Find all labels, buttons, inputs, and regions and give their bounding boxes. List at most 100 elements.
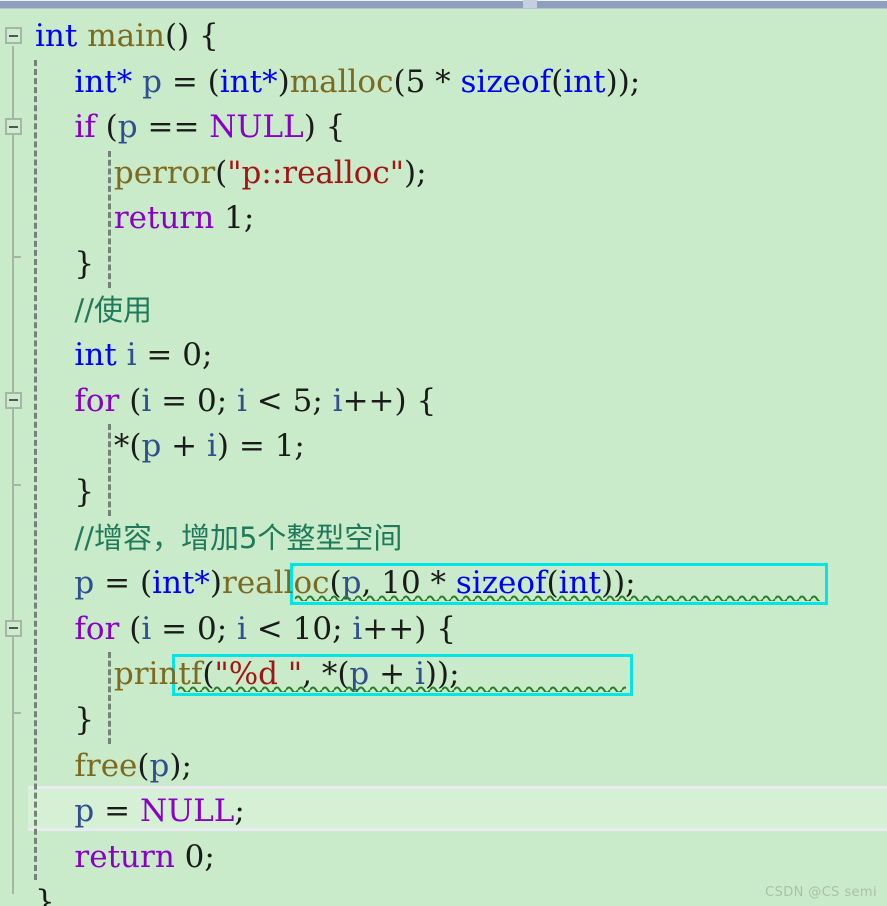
watermark: CSDN @CS semi: [765, 885, 877, 900]
code-line-10[interactable]: *(p + i) = 1;: [35, 424, 305, 469]
code-line-8[interactable]: int i = 0;: [35, 333, 212, 378]
token: p: [74, 793, 95, 830]
token: p: [142, 63, 162, 100]
code-editor-window: int main() { int* p = (int*)malloc(5 * s…: [0, 0, 887, 906]
token: *: [425, 63, 461, 100]
token: main: [87, 18, 165, 54]
token: i: [352, 610, 363, 647]
token: 5: [405, 63, 426, 100]
code-line-7[interactable]: //使用: [35, 288, 152, 333]
token: ==: [137, 109, 210, 146]
token: i: [126, 337, 137, 374]
token: ;: [204, 838, 215, 875]
code-text-layer[interactable]: int main() { int* p = (int*)malloc(5 * s…: [0, 9, 887, 906]
token: = (: [94, 565, 153, 602]
token: int*: [74, 63, 133, 100]
token: (: [95, 109, 118, 146]
token: ;: [216, 382, 237, 419]
token: }: [35, 246, 95, 282]
code-line-12[interactable]: //增容，增加5个整型空间: [35, 516, 402, 561]
code-line-2[interactable]: int* p = (int*)malloc(5 * sizeof(int));: [35, 60, 640, 105]
code-line-18[interactable]: p = NULL;: [35, 789, 245, 834]
token: = (: [161, 63, 220, 100]
token: (: [393, 63, 406, 100]
token: int: [74, 337, 117, 374]
token: (: [551, 63, 564, 100]
token: ;: [216, 610, 237, 647]
token: 5: [292, 382, 313, 419]
code-line-20[interactable]: }: [35, 880, 55, 906]
token: for: [74, 610, 120, 647]
code-line-6[interactable]: }: [35, 242, 94, 287]
token: i: [332, 382, 343, 419]
token: //使用: [74, 292, 152, 327]
editor-surface[interactable]: int main() { int* p = (int*)malloc(5 * s…: [0, 9, 887, 906]
token: i: [237, 610, 247, 647]
token: ;: [312, 382, 333, 419]
token: ;: [243, 200, 255, 237]
token: <: [246, 382, 293, 419]
token: 10: [292, 610, 333, 647]
token: NULL: [139, 793, 235, 830]
token: ++) {: [342, 382, 437, 419]
token: ): [277, 63, 290, 100]
token: =: [94, 793, 140, 830]
token: }: [35, 702, 95, 738]
code-line-16[interactable]: }: [35, 698, 94, 743]
token: () {: [164, 18, 219, 54]
token: 0: [196, 382, 217, 419]
token: (: [119, 382, 142, 419]
token: ): [209, 565, 223, 602]
token: );: [169, 747, 192, 784]
code-line-17[interactable]: free(p);: [35, 744, 192, 789]
horizontal-scrollbar[interactable]: [0, 0, 887, 9]
token: ;: [234, 793, 245, 830]
token: NULL: [209, 109, 304, 146]
token: ));: [605, 63, 641, 100]
token: if: [74, 109, 96, 146]
code-line-11[interactable]: }: [35, 470, 94, 515]
token: int: [563, 63, 606, 100]
token: p: [74, 565, 95, 602]
token: i: [237, 382, 247, 419]
code-line-5[interactable]: return 1;: [35, 196, 254, 241]
token: 0: [184, 838, 205, 875]
token: +: [161, 428, 207, 465]
token: free: [74, 747, 138, 784]
token: (: [119, 610, 142, 647]
token: ) {: [303, 109, 346, 146]
code-line-9[interactable]: for (i = 0; i < 5; i++) {: [35, 379, 436, 424]
token: perror: [113, 154, 216, 191]
code-line-19[interactable]: return 0;: [35, 835, 215, 880]
token: =: [151, 382, 197, 419]
token: return: [74, 838, 175, 875]
token: );: [404, 154, 427, 191]
scrollbar-track[interactable]: [0, 1, 887, 8]
token: 0: [196, 610, 217, 647]
token: 0: [182, 337, 202, 374]
token: i: [206, 428, 217, 465]
token: =: [151, 610, 197, 647]
code-line-14[interactable]: for (i = 0; i < 10; i++) {: [35, 607, 456, 652]
code-line-1[interactable]: int main() {: [35, 14, 219, 59]
code-line-4[interactable]: perror("p::realloc");: [35, 151, 427, 196]
token: *(: [35, 428, 142, 465]
token: int*: [219, 63, 278, 100]
code-line-3[interactable]: if (p == NULL) {: [35, 105, 345, 150]
token: sizeof: [460, 63, 552, 100]
